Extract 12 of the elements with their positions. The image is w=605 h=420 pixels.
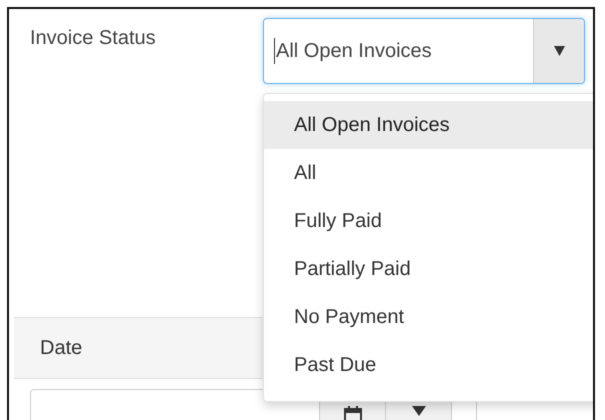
column-header: Date	[39, 336, 82, 360]
dropdown-option[interactable]: Partially Paid	[264, 245, 593, 293]
dropdown-option[interactable]: No Payment	[264, 293, 593, 341]
caret-icon	[412, 406, 426, 416]
calendar-icon	[344, 406, 362, 420]
status-select[interactable]: All Open Invoices	[263, 18, 585, 84]
dropdown-option[interactable]: Fully Paid	[264, 197, 593, 245]
dropdown-option[interactable]: All	[264, 149, 593, 197]
field-label: Invoice Status	[30, 27, 156, 50]
dropdown-option[interactable]: All Open Invoices	[264, 101, 593, 149]
caret-icon	[554, 46, 564, 56]
dropdown-option[interactable]: Past Due	[264, 341, 593, 389]
